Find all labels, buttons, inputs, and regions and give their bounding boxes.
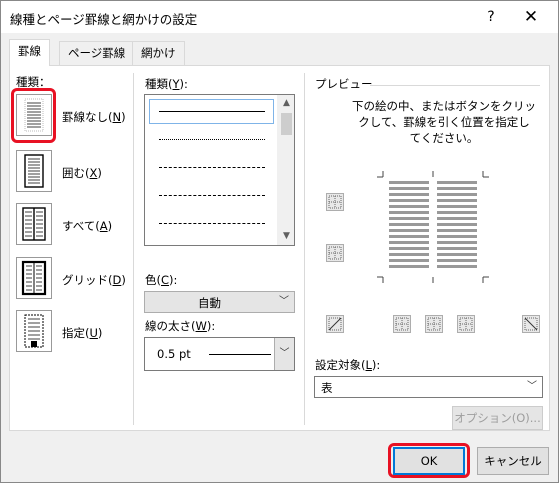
preset-grid-label: グリッド(D) bbox=[62, 273, 126, 287]
tab-shading[interactable]: 網かけ bbox=[132, 41, 185, 65]
apply-to-label: 設定対象(L): bbox=[315, 358, 381, 372]
inside-vertical-toggle[interactable] bbox=[425, 315, 443, 333]
color-label: 色(C): bbox=[145, 273, 178, 287]
box-border-icon bbox=[24, 154, 44, 188]
separator-right bbox=[304, 73, 305, 425]
list-scrollbar[interactable]: ▲ ▼ bbox=[277, 95, 294, 245]
diagonal-up-toggle[interactable] bbox=[522, 315, 540, 333]
inside-horizontal-icon bbox=[328, 246, 342, 260]
options-button[interactable]: オプション(O)... bbox=[452, 406, 543, 430]
left-border-toggle[interactable] bbox=[393, 315, 411, 333]
custom-border-icon bbox=[24, 314, 44, 348]
inside-horizontal-toggle[interactable] bbox=[326, 244, 344, 262]
help-button[interactable]: ? bbox=[477, 5, 505, 29]
width-sample-line bbox=[209, 354, 271, 355]
chevron-down-icon: ﹀ bbox=[527, 381, 537, 392]
preset-all-button[interactable] bbox=[16, 203, 52, 245]
apply-to-value: 表 bbox=[321, 381, 333, 395]
border-shading-dialog: 線種とページ罫線と網かけの設定 ? ✕ 罫線 ページ罫線 網かけ 種類： 罫線な… bbox=[0, 0, 559, 483]
diagonal-down-toggle[interactable] bbox=[326, 315, 344, 333]
width-value: 0.5 pt bbox=[157, 347, 191, 361]
style-option-dashed[interactable] bbox=[159, 195, 265, 196]
cancel-button[interactable]: キャンセル bbox=[477, 447, 549, 475]
preset-all-label: すべて(A) bbox=[62, 219, 113, 233]
preview-instructions: 下の絵の中、またはボタンをクリッ クして、罫線を引く位置を指定し てください。 bbox=[352, 99, 536, 145]
width-dropdown[interactable]: 0.5 pt ﹀ bbox=[144, 337, 295, 371]
ok-button[interactable]: OK bbox=[393, 447, 465, 475]
preset-box-button[interactable] bbox=[16, 150, 52, 192]
color-dropdown[interactable]: 自動 ﹀ bbox=[144, 291, 295, 313]
style-label: 種類(Y): bbox=[145, 77, 188, 91]
tab-borders[interactable]: 罫線 bbox=[9, 39, 50, 66]
dialog-title: 線種とページ罫線と網かけの設定 bbox=[10, 12, 198, 27]
right-border-icon bbox=[459, 317, 473, 331]
diagonal-up-icon bbox=[328, 317, 342, 331]
preview-heading-rule bbox=[370, 85, 540, 86]
scroll-up-icon[interactable]: ▲ bbox=[278, 95, 294, 112]
preset-custom-label: 指定(U) bbox=[62, 326, 103, 340]
style-option-solid[interactable] bbox=[159, 111, 265, 112]
apply-to-dropdown[interactable]: 表 ﹀ bbox=[314, 376, 543, 398]
line-style-list[interactable]: ▲ ▼ bbox=[144, 94, 295, 246]
style-option-dashed-small[interactable] bbox=[159, 167, 265, 168]
preset-grid-button[interactable] bbox=[16, 257, 52, 299]
preset-none-label: 罫線なし(N) bbox=[62, 110, 126, 124]
color-value: 自動 bbox=[198, 296, 221, 310]
separator-left bbox=[133, 73, 134, 425]
chevron-down-icon: ﹀ bbox=[274, 338, 294, 370]
scroll-thumb[interactable] bbox=[281, 113, 292, 135]
preset-none-button[interactable] bbox=[16, 94, 52, 136]
preview-canvas[interactable] bbox=[377, 171, 489, 283]
diagonal-down-icon bbox=[524, 317, 538, 331]
title-bar: 線種とページ罫線と網かけの設定 ? ✕ bbox=[1, 1, 558, 33]
right-border-toggle[interactable] bbox=[457, 315, 475, 333]
left-border-icon bbox=[395, 317, 409, 331]
close-button[interactable]: ✕ bbox=[515, 5, 547, 29]
style-option-dotted[interactable] bbox=[159, 139, 265, 140]
preset-custom-button[interactable] bbox=[16, 310, 52, 352]
all-borders-icon bbox=[22, 207, 46, 241]
inside-vertical-icon bbox=[427, 317, 441, 331]
width-label: 線の太さ(W): bbox=[145, 319, 216, 333]
no-borders-icon bbox=[24, 98, 44, 132]
preset-box-label: 囲む(X) bbox=[62, 166, 102, 180]
scroll-down-icon[interactable]: ▼ bbox=[278, 228, 294, 245]
top-border-icon bbox=[328, 195, 342, 209]
tab-page-borders[interactable]: ページ罫線 bbox=[59, 41, 135, 65]
top-border-toggle[interactable] bbox=[326, 193, 344, 211]
style-option-dash-dot[interactable] bbox=[159, 223, 265, 224]
chevron-down-icon: ﹀ bbox=[279, 296, 289, 307]
grid-border-icon bbox=[21, 260, 47, 296]
preview-heading: プレビュー bbox=[315, 77, 373, 91]
